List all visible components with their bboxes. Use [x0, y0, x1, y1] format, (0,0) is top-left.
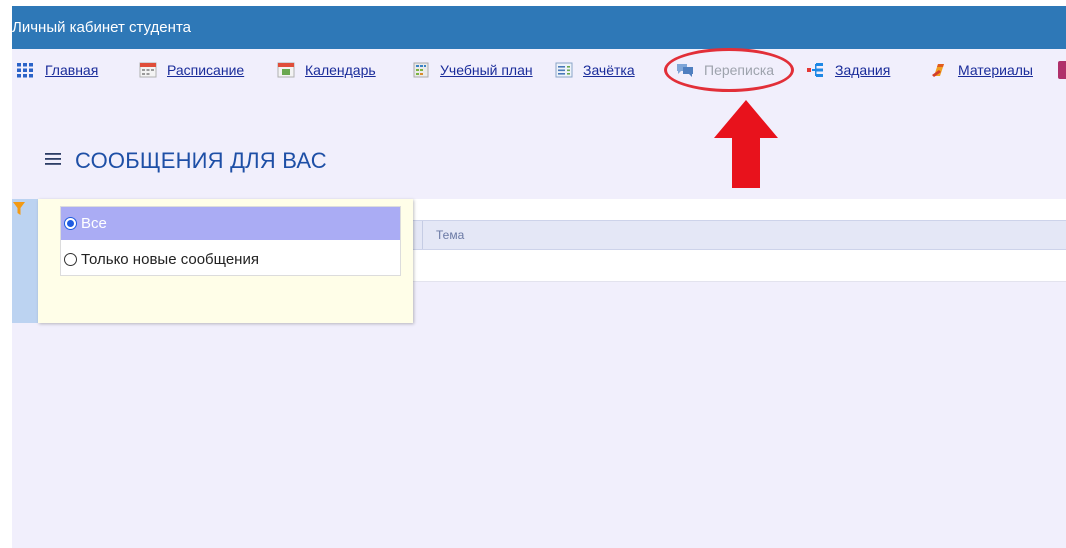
radio-selected-icon[interactable]: [64, 217, 77, 230]
nav-item-label: Материалы: [958, 62, 1033, 78]
nav-item-schedule[interactable]: Расписание: [139, 61, 244, 79]
nav-item-study-plan[interactable]: Учебный план: [412, 61, 533, 79]
filter-option-all[interactable]: Все: [61, 207, 400, 240]
nav-item-label: Главная: [45, 62, 99, 78]
study-plan-icon: [412, 62, 430, 78]
annotation-ellipse: [664, 48, 794, 92]
nav-item-label: Зачётка: [583, 62, 635, 78]
filter-option-label: Все: [81, 215, 107, 232]
nav-item-record-book[interactable]: Зачётка: [555, 61, 635, 79]
nav-item-calendar[interactable]: Календарь: [277, 61, 376, 79]
funnel-icon: [13, 202, 25, 221]
app-title: Личный кабинет студента: [12, 19, 191, 36]
column-header-subject[interactable]: Тема: [436, 228, 464, 242]
nav-item-tasks[interactable]: Задания: [807, 61, 890, 79]
grid-icon: [17, 62, 35, 78]
schedule-icon: [139, 62, 157, 78]
hamburger-icon[interactable]: [45, 152, 61, 171]
filter-panel: Все Только новые сообщения: [38, 199, 413, 323]
tasks-icon: [807, 62, 825, 78]
nav-item-materials[interactable]: Материалы: [930, 61, 1033, 79]
nav-bar: Главная Расписание Календарь Учебный пла…: [12, 49, 1066, 89]
filter-toggle[interactable]: [12, 199, 38, 323]
page-title: СООБЩЕНИЯ ДЛЯ ВАС: [75, 148, 327, 173]
page-header: СООБЩЕНИЯ ДЛЯ ВАС: [45, 146, 327, 176]
filter-option-new-only[interactable]: Только новые сообщения: [61, 243, 400, 276]
nav-item-label: Учебный план: [440, 62, 533, 78]
materials-icon: [930, 62, 948, 78]
filter-option-label: Только новые сообщения: [81, 251, 259, 268]
radio-unselected-icon[interactable]: [64, 253, 77, 266]
calendar-icon: [277, 62, 295, 78]
title-bar: Личный кабинет студента: [12, 6, 1066, 49]
column-divider: [422, 221, 423, 249]
record-book-icon: [555, 62, 573, 78]
more-nav-icon: [1058, 61, 1066, 79]
nav-item-home[interactable]: Главная: [17, 61, 98, 79]
nav-item-label: Календарь: [305, 62, 376, 78]
app-window: Личный кабинет студента Главная Расписан…: [12, 6, 1066, 548]
filter-options: Все Только новые сообщения: [60, 206, 401, 276]
nav-item-label: Задания: [835, 62, 891, 78]
nav-item-label: Расписание: [167, 62, 245, 78]
annotation-arrow: [714, 100, 778, 188]
